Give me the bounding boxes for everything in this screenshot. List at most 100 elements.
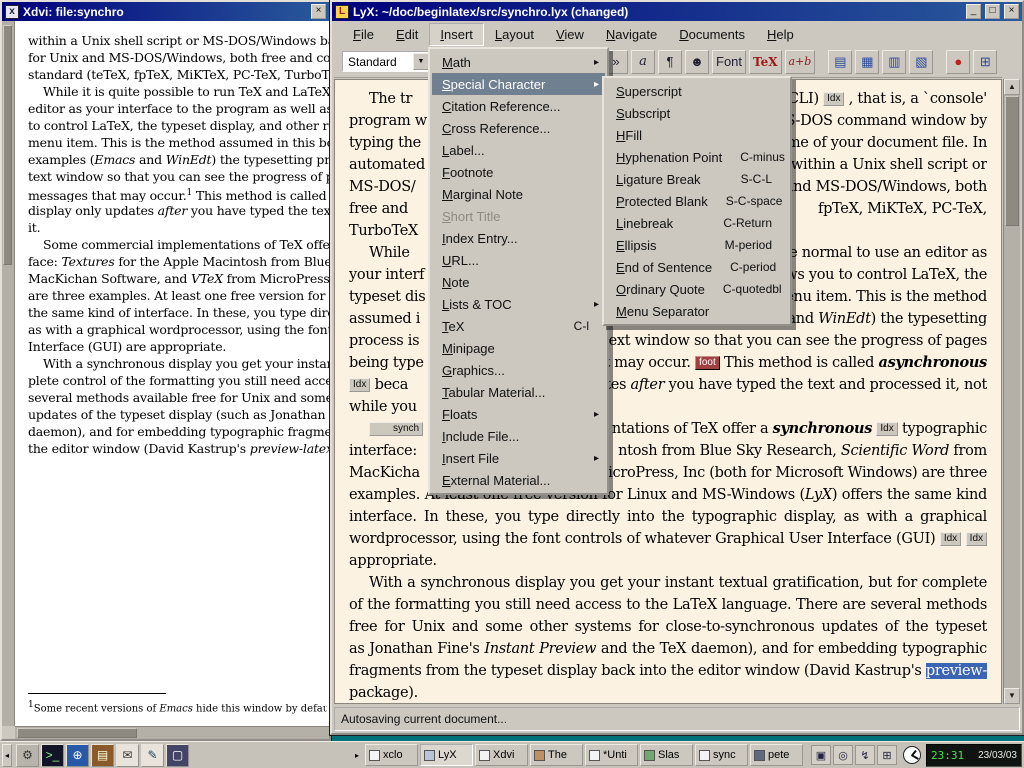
scroll-down-icon[interactable]: ▼	[1004, 688, 1020, 704]
insert-menu-item-special-character[interactable]: Special Character▸	[432, 73, 605, 95]
special-char-item-linebreak[interactable]: LinebreakC-Return	[606, 212, 788, 234]
lyx-titlebar[interactable]: L LyX: ~/doc/beginlatex/src/synchro.lyx …	[332, 2, 1022, 21]
xdvi-close-button[interactable]: ×	[311, 4, 326, 19]
menu-navigate[interactable]: Navigate	[595, 23, 668, 46]
special-char-item-ordinary-quote[interactable]: Ordinary QuoteC-quotedbl	[606, 278, 788, 300]
insert-figure-icon[interactable]: ▦	[855, 50, 879, 74]
footnote-inset[interactable]: foot	[695, 356, 720, 370]
menu-help[interactable]: Help	[756, 23, 805, 46]
task-button-xdvi[interactable]: Xdvi	[475, 744, 528, 766]
insert-menu-item-label[interactable]: Label...	[432, 139, 605, 161]
insert-menu-item-floats[interactable]: Floats▸	[432, 403, 605, 425]
insert-menu-item-note[interactable]: Note	[432, 271, 605, 293]
task-button-the[interactable]: The	[530, 744, 583, 766]
insert-menu-item-tabular-material[interactable]: Tabular Material...	[432, 381, 605, 403]
special-char-item-ligature-break[interactable]: Ligature BreakS-C-L	[606, 168, 788, 190]
insert-menu-item-citation-reference[interactable]: Citation Reference...	[432, 95, 605, 117]
index-inset[interactable]: Idx	[349, 378, 370, 392]
edit-pen-icon[interactable]: ✎	[141, 744, 164, 767]
special-char-item-end-of-sentence[interactable]: End of SentenceC-period	[606, 256, 788, 278]
insert-table-icon[interactable]: ▥	[882, 50, 906, 74]
math-mode-icon[interactable]: a+b	[785, 50, 816, 74]
task-button-lyx[interactable]: LyX	[420, 744, 473, 766]
insert-menu-item-cross-reference[interactable]: Cross Reference...	[432, 117, 605, 139]
task-button-xclo[interactable]: xclo	[365, 744, 418, 766]
insert-menu-item-graphics[interactable]: Graphics...	[432, 359, 605, 381]
insert-menu-item-minipage[interactable]: Minipage	[432, 337, 605, 359]
pager-icon[interactable]: ⊞	[877, 745, 897, 765]
xdvi-vertical-scrollbar[interactable]	[2, 21, 15, 726]
menu-insert[interactable]: Insert	[429, 23, 484, 46]
special-char-item-ellipsis[interactable]: EllipsisM-period	[606, 234, 788, 256]
tasklist-handle[interactable]: ▸	[351, 744, 363, 767]
task-button-slas[interactable]: Slas	[640, 744, 693, 766]
insert-menu-item-url[interactable]: URL...	[432, 249, 605, 271]
menu-edit[interactable]: Edit	[385, 23, 429, 46]
insert-menu-item-index-entry[interactable]: Index Entry...	[432, 227, 605, 249]
maximize-button[interactable]: □	[985, 4, 1000, 19]
special-char-item-hyphenation-point[interactable]: Hyphenation PointC-minus	[606, 146, 788, 168]
insert-menu-item-tex[interactable]: TeXC-l	[432, 315, 605, 337]
menu-view[interactable]: View	[545, 23, 595, 46]
browser-globe-icon[interactable]: ⊕	[66, 744, 89, 767]
insert-menu-item-lists-toc[interactable]: Lists & TOC▸	[432, 293, 605, 315]
xdvi-horizontal-scrollbar[interactable]	[15, 726, 329, 739]
insert-menu-item-include-file[interactable]: Include File...	[432, 425, 605, 447]
scrollbar-track[interactable]	[1004, 227, 1020, 688]
special-char-item-menu-separator[interactable]: Menu Separator	[606, 300, 788, 322]
menu-file[interactable]: File	[342, 23, 385, 46]
insert-menu-item-external-material[interactable]: External Material...	[432, 469, 605, 491]
document-line: fragments from the typeset display back …	[349, 660, 987, 682]
terminal-icon[interactable]: >_	[41, 744, 64, 767]
task-button-unti[interactable]: *Unti	[585, 744, 638, 766]
lyx-vertical-scrollbar[interactable]: ▲ ▼	[1003, 79, 1020, 704]
noun-icon[interactable]: ☻	[685, 50, 709, 74]
special-char-item-superscript[interactable]: Superscript	[606, 80, 788, 102]
special-char-item-hfill[interactable]: HFill	[606, 124, 788, 146]
close-button[interactable]: ×	[1004, 4, 1019, 19]
index-inset[interactable]: Idx	[876, 422, 897, 436]
task-button-pete[interactable]: pete	[750, 744, 803, 766]
xdvi-titlebar[interactable]: x Xdvi: file:synchro ×	[2, 2, 329, 21]
insert-menu-item-insert-file[interactable]: Insert File▸	[432, 447, 605, 469]
index-inset[interactable]: Idx	[940, 532, 961, 546]
insert-menu-item-math[interactable]: Math▸	[432, 51, 605, 73]
special-char-item-subscript[interactable]: Subscript	[606, 102, 788, 124]
index-inset[interactable]: synch	[369, 422, 423, 436]
task-button-sync[interactable]: sync	[695, 744, 748, 766]
scrollbar-thumb[interactable]	[17, 728, 137, 738]
insert-wide-float-icon[interactable]: ▧	[909, 50, 933, 74]
insert-menu-item-marginal-note[interactable]: Marginal Note	[432, 183, 605, 205]
shortcut-label: C-Return	[723, 216, 772, 230]
emph-icon[interactable]: a	[631, 50, 655, 74]
scrollbar-thumb[interactable]	[3, 25, 12, 265]
index-inset[interactable]: Idx	[966, 532, 987, 546]
footnote-rule	[28, 693, 166, 694]
insert-float-icon[interactable]: ▤	[828, 50, 852, 74]
panel-hide-button[interactable]: ◂	[2, 744, 12, 767]
scroll-up-icon[interactable]: ▲	[1004, 79, 1020, 95]
font-button[interactable]: Font	[712, 50, 746, 74]
combo-arrow-icon[interactable]: ▼	[413, 53, 429, 70]
insert-menu-item-short-title[interactable]: Short Title	[432, 205, 605, 227]
magnifier-icon[interactable]: ◎	[833, 745, 853, 765]
hfill-icon[interactable]: ●	[946, 50, 970, 74]
mail-icon[interactable]: ✉	[116, 744, 139, 767]
minimize-button[interactable]: _	[966, 4, 981, 19]
paragraph-icon[interactable]: ¶	[658, 50, 682, 74]
menu-documents[interactable]: Documents	[668, 23, 756, 46]
insert-menu-item-footnote[interactable]: Footnote	[432, 161, 605, 183]
power-icon[interactable]: ↯	[855, 745, 875, 765]
analog-clock-icon	[903, 746, 921, 764]
documents-icon[interactable]: ▤	[91, 744, 114, 767]
index-inset[interactable]: Idx	[823, 92, 844, 106]
menu-layout[interactable]: Layout	[484, 23, 545, 46]
tex-button[interactable]: TeX	[749, 50, 782, 74]
display-icon[interactable]: ▢	[166, 744, 189, 767]
scrollbar-thumb[interactable]	[1005, 96, 1019, 226]
paragraph-style-combo[interactable]: Standard ▼	[342, 51, 430, 72]
table-grid-icon[interactable]: ⊞	[973, 50, 997, 74]
clipboard-icon[interactable]: ▣	[811, 745, 831, 765]
special-char-item-protected-blank[interactable]: Protected BlankS-C-space	[606, 190, 788, 212]
k-menu-icon[interactable]: ⚙	[16, 744, 39, 767]
